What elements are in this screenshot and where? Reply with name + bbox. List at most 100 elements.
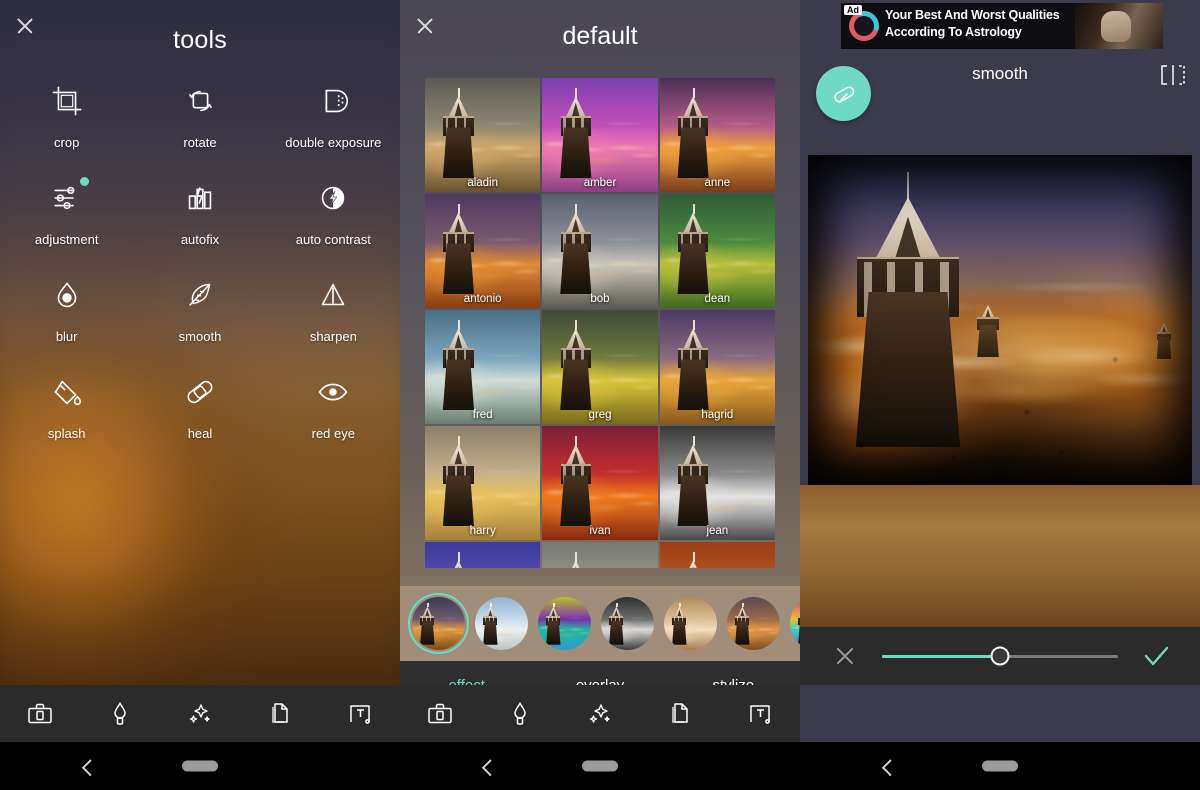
nav-toolbox[interactable]	[0, 685, 80, 742]
nav-text[interactable]	[320, 685, 400, 742]
bandage-icon	[181, 373, 219, 411]
preset-tile[interactable]: hagrid	[659, 310, 775, 424]
preset-name: hagrid	[701, 409, 734, 421]
carousel-thumbnail[interactable]	[538, 597, 591, 650]
bottom-nav	[400, 685, 800, 742]
nav-brush[interactable]	[80, 685, 160, 742]
nav-magic[interactable]	[160, 685, 240, 742]
preset-name: amber	[583, 177, 617, 189]
tool-label: red eye	[311, 426, 355, 441]
system-home-pill[interactable]	[582, 760, 618, 772]
magic-icon	[189, 703, 210, 723]
preset-tile[interactable]	[425, 542, 541, 568]
thumb-tower	[676, 88, 711, 179]
paint-bucket-icon	[48, 373, 86, 411]
preset-tile[interactable]: ivan	[542, 426, 658, 540]
new-badge-dot	[79, 177, 89, 186]
nav-toolbox[interactable]	[400, 685, 480, 742]
carousel-thumbnail[interactable]	[601, 597, 654, 650]
tool-rotate[interactable]: rotate	[133, 82, 266, 150]
thumb-tower	[441, 88, 476, 179]
preset-tile[interactable]: antonio	[425, 194, 541, 308]
compare-icon[interactable]	[1158, 62, 1188, 88]
intensity-slider[interactable]	[882, 646, 1118, 666]
ad-banner[interactable]: Ad Your Best And Worst Qualities Accordi…	[841, 3, 1163, 49]
tool-label: blur	[55, 329, 78, 344]
nav-text[interactable]	[720, 685, 800, 742]
system-home-pill[interactable]	[182, 760, 218, 772]
preset-tile[interactable]: dean	[659, 194, 775, 308]
tool-autofix[interactable]: autofix	[133, 179, 266, 247]
nav-layers[interactable]	[640, 685, 720, 742]
page-title: default	[562, 22, 638, 50]
slider-knob[interactable]	[990, 646, 1010, 666]
thumb-tower	[558, 436, 593, 527]
tool-label: splash	[47, 426, 86, 441]
carousel-thumbnail[interactable]	[727, 597, 780, 650]
text-icon	[750, 704, 770, 724]
thumb-tower	[441, 552, 476, 568]
nav-brush[interactable]	[480, 685, 560, 742]
tool-label: heal	[187, 426, 213, 441]
cancel-icon[interactable]	[822, 643, 870, 669]
tool-adjustment[interactable]: adjustment	[0, 177, 133, 247]
preset-tile[interactable]: anne	[659, 78, 775, 192]
preset-tile[interactable]: greg	[542, 310, 658, 424]
tool-auto-contrast[interactable]: auto contrast	[267, 179, 400, 247]
thumb-tower	[734, 602, 750, 645]
thumb-tower	[608, 602, 624, 645]
tool-smooth[interactable]: smooth	[133, 276, 266, 344]
bottom-nav	[0, 685, 400, 742]
preset-tile[interactable]: harry	[425, 426, 541, 540]
tool-red-eye[interactable]: red eye	[267, 373, 400, 441]
preset-tile[interactable]: fred	[425, 310, 541, 424]
page-title: tools	[173, 26, 227, 54]
preset-name: jean	[706, 525, 729, 537]
carousel-thumbnail[interactable]	[664, 597, 717, 650]
tool-label: crop	[54, 135, 80, 150]
tool-grid: crop rotate double exposure adjustment a…	[0, 82, 400, 441]
tool-double-exposure[interactable]: double exposure	[267, 82, 400, 150]
toolbox-icon	[28, 703, 52, 723]
blur-icon	[48, 276, 86, 314]
thumb-tower	[419, 602, 435, 645]
preset-tile[interactable]: amber	[542, 78, 658, 192]
preset-tile[interactable]: aladin	[425, 78, 541, 192]
tool-crop[interactable]: crop	[0, 82, 133, 150]
thumb-tower	[545, 602, 561, 645]
carousel-thumbnail[interactable]	[790, 597, 800, 650]
nav-magic[interactable]	[560, 685, 640, 742]
tools-panel: tools crop rotate double exposure adjust…	[0, 0, 400, 790]
system-back-button[interactable]	[481, 759, 499, 777]
thumb-tower	[676, 552, 711, 568]
photo-canvas[interactable]	[808, 155, 1192, 485]
system-nav-bar	[0, 742, 400, 790]
active-tool-name: smooth	[972, 64, 1028, 83]
preset-name: ivan	[589, 525, 611, 537]
tool-heal[interactable]: heal	[133, 373, 266, 441]
system-nav-bar	[400, 742, 800, 790]
system-back-button[interactable]	[81, 759, 99, 777]
preset-tile[interactable]: bob	[542, 194, 658, 308]
preset-tile[interactable]: jean	[659, 426, 775, 540]
system-back-button[interactable]	[881, 759, 899, 777]
system-home-pill[interactable]	[982, 760, 1018, 772]
preset-tile[interactable]	[659, 542, 775, 568]
preset-name: bob	[590, 293, 610, 305]
double-exposure-icon	[314, 82, 352, 120]
carousel-thumbnail[interactable]	[408, 593, 469, 654]
rotate-icon	[181, 82, 219, 120]
filter-carousel[interactable]	[400, 586, 800, 661]
system-nav-bar	[800, 742, 1200, 790]
eye-icon	[314, 373, 352, 411]
tool-sharpen[interactable]: sharpen	[267, 276, 400, 344]
tool-splash[interactable]: splash	[0, 373, 133, 441]
preset-name: harry	[469, 525, 496, 537]
thumb-tower	[676, 436, 711, 527]
nav-layers[interactable]	[240, 685, 320, 742]
preset-tile[interactable]	[542, 542, 658, 568]
tool-label: sharpen	[309, 329, 357, 344]
thumb-tower	[676, 320, 711, 411]
carousel-thumbnail[interactable]	[475, 597, 528, 650]
tool-blur[interactable]: blur	[0, 276, 133, 344]
